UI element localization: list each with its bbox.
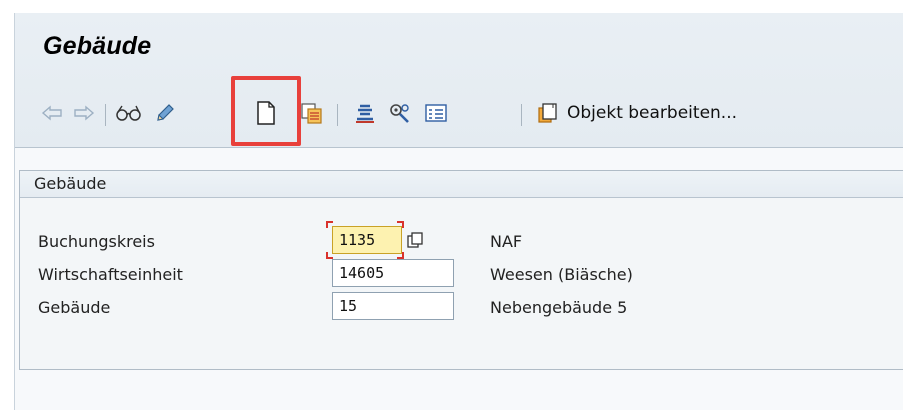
focus-corner <box>326 252 333 259</box>
company-code-field[interactable]: 1135 <box>332 226 402 254</box>
list-icon[interactable] <box>421 100 451 126</box>
building-panel: Gebäude Buchungskreis 1135 NAF Wirtschaf… <box>19 170 903 370</box>
toolbar-separator <box>337 104 338 126</box>
focus-corner <box>397 252 404 259</box>
arrow-right-icon[interactable] <box>71 100 97 126</box>
value-help-icon[interactable] <box>404 228 426 252</box>
company-code-description: NAF <box>490 232 523 251</box>
focus-corner <box>326 221 333 228</box>
focus-corner <box>397 221 404 228</box>
arrow-left-icon[interactable] <box>39 100 65 126</box>
field-label-gebaeude: Gebäude <box>38 298 111 317</box>
copy-document-icon[interactable] <box>297 100 327 126</box>
toolbar-separator <box>105 104 106 126</box>
glasses-icon[interactable] <box>113 100 145 126</box>
field-label-wirtschaftseinheit: Wirtschaftseinheit <box>38 265 183 284</box>
business-entity-field[interactable]: 14605 <box>332 259 454 287</box>
highlight-box <box>231 76 301 146</box>
business-entity-description: Weesen (Biäsche) <box>490 265 633 284</box>
panel-header: Gebäude <box>20 171 903 198</box>
page-title: Gebäude <box>43 32 152 60</box>
hierarchy-lines-icon[interactable] <box>351 100 379 126</box>
building-description: Nebengebäude 5 <box>490 298 628 317</box>
title-area: Gebäude Objekt bearbeiten... <box>15 13 903 148</box>
application-toolbar: Objekt bearbeiten... <box>15 92 903 134</box>
new-object-icon[interactable] <box>533 100 563 126</box>
edit-object-button[interactable]: Objekt bearbeiten... <box>567 100 737 126</box>
pencil-icon[interactable] <box>151 100 179 126</box>
toolbar-separator <box>521 104 522 126</box>
app-window: Gebäude Objekt bearbeiten... Gebäude Buc… <box>14 13 903 410</box>
field-label-buchungskreis: Buchungskreis <box>38 232 155 251</box>
wrench-gear-icon[interactable] <box>385 100 415 126</box>
building-field[interactable]: 15 <box>332 292 454 320</box>
